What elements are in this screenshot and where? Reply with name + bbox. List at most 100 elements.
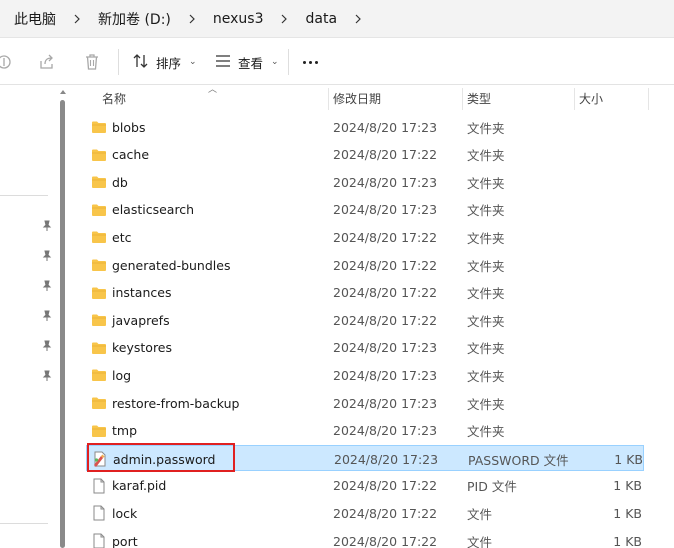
file-name: cache xyxy=(112,147,150,163)
file-type: 文件夹 xyxy=(467,120,505,136)
file-name: karaf.pid xyxy=(112,478,167,494)
file-name: lock xyxy=(112,505,138,521)
column-header-type[interactable]: 类型 xyxy=(467,86,491,110)
file-size xyxy=(574,169,642,195)
list-item[interactable]: restore-from-backup 2024/8/20 17:23 文件夹 xyxy=(86,390,644,416)
column-header-name[interactable]: 名称 xyxy=(102,86,126,110)
annotation-highlight-box xyxy=(87,443,235,472)
breadcrumb-item-data[interactable]: data xyxy=(301,11,341,27)
file-name: restore-from-backup xyxy=(112,395,240,411)
file-name: keystores xyxy=(112,340,173,356)
file-type: 文件夹 xyxy=(467,396,505,412)
list-item[interactable]: keystores 2024/8/20 17:23 文件夹 xyxy=(86,335,644,361)
sort-ascending-icon: ︿ xyxy=(208,86,218,95)
breadcrumb-item-drive[interactable]: 新加卷 (D:) xyxy=(94,9,175,29)
list-item[interactable]: karaf.pid 2024/8/20 17:22 PID 文件 1 KB xyxy=(86,473,644,499)
list-item[interactable]: log 2024/8/20 17:23 文件夹 xyxy=(86,362,644,388)
list-item[interactable]: cache 2024/8/20 17:22 文件夹 xyxy=(86,142,644,168)
view-label: 查看 xyxy=(238,55,264,71)
share-icon[interactable] xyxy=(37,52,57,72)
list-item[interactable]: javaprefs 2024/8/20 17:22 文件夹 xyxy=(86,307,644,333)
cut-icon[interactable] xyxy=(0,52,14,72)
list-item[interactable]: elasticsearch 2024/8/20 17:23 文件夹 xyxy=(86,197,644,223)
breadcrumb-item-this-pc[interactable]: 此电脑 xyxy=(10,9,60,29)
pin-icon[interactable] xyxy=(41,250,53,262)
pin-icon[interactable] xyxy=(41,310,53,322)
list-item[interactable]: generated-bundles 2024/8/20 17:22 文件夹 xyxy=(86,252,644,278)
list-item[interactable]: etc 2024/8/20 17:22 文件夹 xyxy=(86,224,644,250)
file-size xyxy=(574,280,642,306)
file-modified-date: 2024/8/20 17:23 xyxy=(333,202,438,218)
file-type: 文件 xyxy=(467,534,493,548)
breadcrumb-item-nexus3[interactable]: nexus3 xyxy=(209,11,268,27)
chevron-down-icon: ⌄ xyxy=(271,57,279,67)
file-name: elasticsearch xyxy=(112,202,195,218)
list-item[interactable]: instances 2024/8/20 17:22 文件夹 xyxy=(86,280,644,306)
file-list: ︿ 名称 修改日期 类型 大小 blobs 2024/8/20 17:23 文件夹 c… xyxy=(66,86,674,548)
file-size xyxy=(574,307,642,333)
list-item[interactable]: tmp 2024/8/20 17:23 文件夹 xyxy=(86,418,644,444)
file-type: 文件夹 xyxy=(467,341,505,357)
file-type: 文件夹 xyxy=(467,424,505,440)
toolbar-divider xyxy=(288,49,289,75)
file-size xyxy=(574,418,642,444)
file-name: port xyxy=(112,533,138,548)
sort-icon xyxy=(132,52,150,73)
more-icon xyxy=(302,60,306,64)
command-bar: 排序 ⌄ 查看 ⌄ xyxy=(0,39,674,85)
file-modified-date: 2024/8/20 17:22 xyxy=(333,257,438,273)
more-options-button[interactable] xyxy=(298,51,322,73)
pin-icon[interactable] xyxy=(41,370,53,382)
nav-scrollbar[interactable] xyxy=(60,100,65,548)
pin-icon[interactable] xyxy=(41,280,53,292)
nav-divider xyxy=(0,523,48,524)
file-name: instances xyxy=(112,285,172,301)
file-name: log xyxy=(112,367,132,383)
chevron-right-icon[interactable] xyxy=(274,9,294,29)
file-modified-date: 2024/8/20 17:22 xyxy=(333,312,438,328)
file-name: blobs xyxy=(112,119,146,135)
chevron-right-icon[interactable] xyxy=(348,9,368,29)
view-button[interactable]: 查看 ⌄ xyxy=(208,47,285,77)
file-modified-date: 2024/8/20 17:23 xyxy=(333,174,438,190)
pin-icon[interactable] xyxy=(41,220,53,232)
file-size xyxy=(574,335,642,361)
file-type: 文件夹 xyxy=(467,203,505,219)
file-size xyxy=(574,362,642,388)
file-modified-date: 2024/8/20 17:23 xyxy=(333,367,438,383)
file-size: 1 KB xyxy=(613,533,642,548)
file-size xyxy=(574,197,642,223)
file-modified-date: 2024/8/20 17:23 xyxy=(333,395,438,411)
delete-icon[interactable] xyxy=(82,52,102,72)
file-modified-date: 2024/8/20 17:22 xyxy=(333,229,438,245)
column-separator[interactable] xyxy=(328,88,329,110)
chevron-down-icon: ⌄ xyxy=(189,57,197,67)
file-size xyxy=(574,224,642,250)
file-type: 文件夹 xyxy=(467,230,505,246)
chevron-right-icon[interactable] xyxy=(67,9,87,29)
list-item[interactable]: lock 2024/8/20 17:22 文件 1 KB xyxy=(86,500,644,526)
file-modified-date: 2024/8/20 17:22 xyxy=(333,533,438,548)
file-name: db xyxy=(112,174,128,190)
list-item[interactable]: port 2024/8/20 17:22 文件 1 KB xyxy=(86,528,644,548)
column-header-date[interactable]: 修改日期 xyxy=(333,86,381,110)
breadcrumb-bar: 此电脑 新加卷 (D:) nexus3 data xyxy=(0,0,674,38)
column-header-size[interactable]: 大小 xyxy=(579,86,603,110)
column-separator[interactable] xyxy=(648,88,649,110)
file-type: 文件 xyxy=(467,506,493,522)
sort-label: 排序 xyxy=(156,55,182,71)
file-type: 文件夹 xyxy=(467,313,505,329)
file-size xyxy=(574,390,642,416)
list-item[interactable]: db 2024/8/20 17:23 文件夹 xyxy=(86,169,644,195)
column-separator[interactable] xyxy=(574,88,575,110)
file-type: PASSWORD 文件 xyxy=(468,452,569,468)
file-size xyxy=(574,252,642,278)
list-item[interactable]: blobs 2024/8/20 17:23 文件夹 xyxy=(86,114,644,140)
file-type: 文件夹 xyxy=(467,286,505,302)
sort-button[interactable]: 排序 ⌄ xyxy=(126,47,203,77)
chevron-right-icon[interactable] xyxy=(182,9,202,29)
pin-icon[interactable] xyxy=(41,340,53,352)
file-type: 文件夹 xyxy=(467,368,505,384)
file-type: 文件夹 xyxy=(467,258,505,274)
column-separator[interactable] xyxy=(462,88,463,110)
